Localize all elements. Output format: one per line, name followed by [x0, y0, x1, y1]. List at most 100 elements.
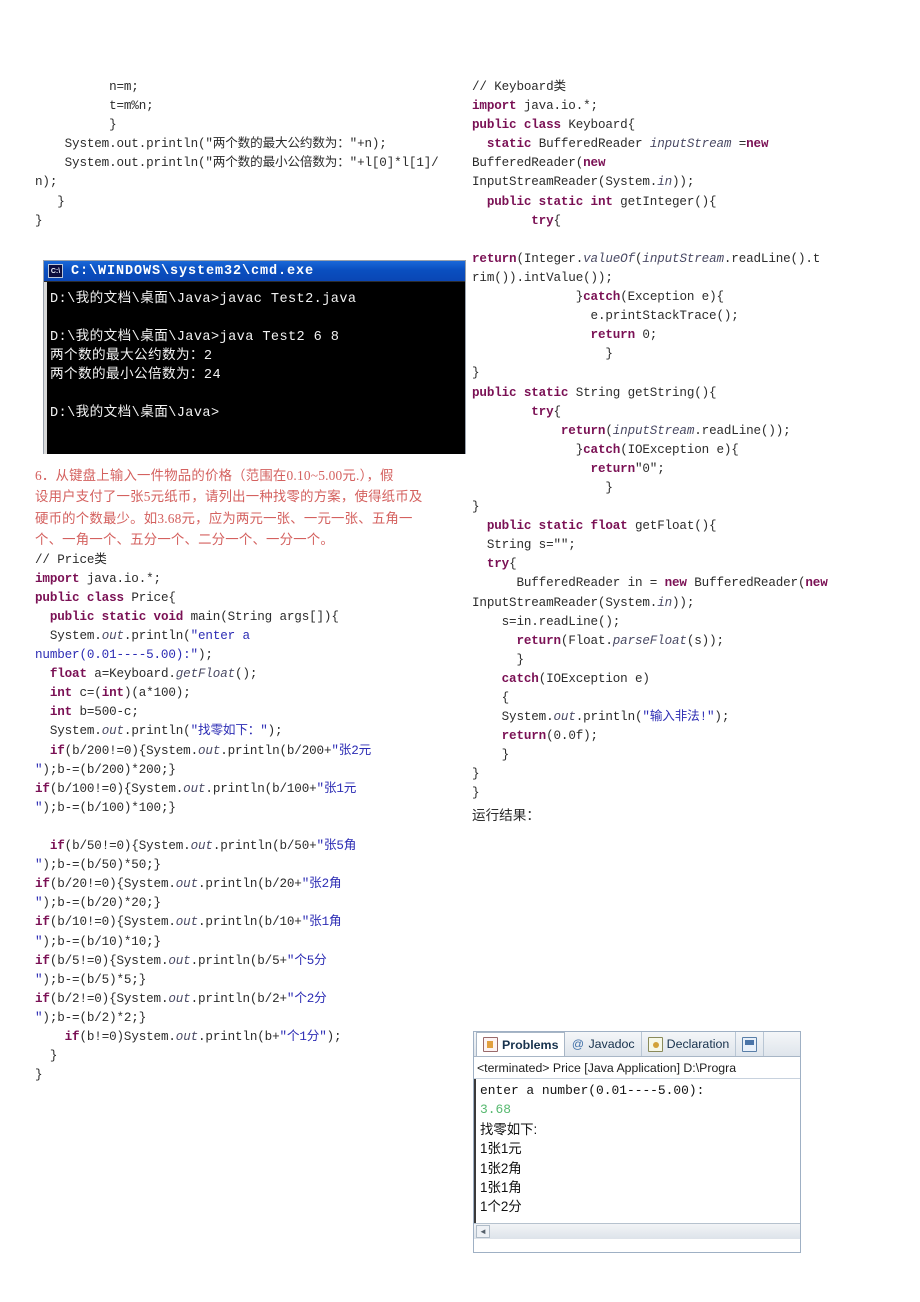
code-token: in [657, 175, 673, 190]
code-token: parseFloat [612, 633, 687, 648]
code-line: InputStreamReader(System.in)); [472, 595, 695, 610]
console-output-line: 1张2角 [480, 1160, 522, 1176]
code-line: number(0.01----5.00):"); [35, 648, 213, 663]
code-token: " [35, 762, 43, 777]
price-class-comment: // Price类 [35, 552, 107, 567]
console-output-line: 1张1元 [480, 1141, 522, 1157]
code-line: static BufferedReader inputStream =new [486, 137, 769, 152]
code-token: catch [501, 671, 539, 686]
code-token: " [35, 896, 43, 911]
code-line: } [35, 1068, 43, 1083]
eclipse-tab-label: Javadoc [588, 1037, 635, 1051]
code-line: if(b/100!=0){System.out.println(b/100+"张… [35, 781, 357, 796]
problems-icon [483, 1037, 498, 1052]
run-result-label: 运行结果： [472, 807, 540, 823]
code-token: "找零如下：" [190, 724, 268, 739]
code-line: return(0.0f); [501, 729, 598, 744]
code-token: valueOf [583, 251, 635, 266]
code-line: s=in.readLine(); [501, 614, 621, 629]
code-line: return"0"; [590, 461, 665, 476]
code-token: "个1分" [279, 1029, 327, 1044]
price-source-code: import java.io.*; public class Price{ pub… [35, 570, 460, 1086]
code-token: "张1角 [301, 915, 342, 930]
code-token: static [486, 137, 539, 152]
left-lower-column: 6．从键盘上输入一件物品的价格（范围在0.10~5.00元.），假 设用户支付了一… [35, 465, 460, 1085]
code-line: } [516, 652, 524, 667]
code-token: new [664, 576, 695, 591]
code-token: "个2分 [286, 991, 327, 1006]
code-token: "个5分 [286, 953, 327, 968]
code-token: public static int [486, 194, 621, 209]
cmd-title-text: C:\WINDOWS\system32\cmd.exe [71, 263, 315, 279]
code-line: } [472, 767, 480, 782]
code-line: int b=500-c; [49, 705, 139, 720]
horizontal-scrollbar[interactable]: ◄ [474, 1223, 800, 1239]
eclipse-tab-problems[interactable]: Problems [476, 1032, 566, 1056]
code-line: } [605, 480, 613, 495]
terminal-line: D:\我的文档\桌面\Java> [50, 406, 220, 421]
code-line: } [472, 366, 480, 381]
code-line: if(b/5!=0){System.out.println(b/5+"个5分 [35, 953, 327, 968]
code-line: public static String getString(){ [472, 385, 717, 400]
code-token: if [49, 743, 65, 758]
code-token: import [35, 571, 87, 586]
code-line: } [472, 786, 480, 801]
code-line: System.out.println("两个数的最大公约数为："+n); [35, 137, 387, 152]
code-line: e.printStackTrace(); [590, 309, 739, 324]
code-line: import java.io.*; [35, 571, 161, 586]
code-line: }catch(IOException e){ [575, 442, 739, 457]
code-token: int [101, 686, 124, 701]
code-token: "张2角 [301, 877, 342, 892]
code-token: return [590, 461, 636, 476]
code-line: } [49, 1049, 58, 1064]
code-token: new [805, 576, 828, 591]
code-line: return(inputStream.readLine()); [560, 423, 791, 438]
code-token: return [472, 251, 517, 266]
code-token: catch [583, 290, 621, 305]
code-line: String s=""; [486, 538, 576, 553]
code-token: inputStream [612, 423, 695, 438]
code-line: public class Keyboard{ [472, 118, 635, 133]
console-output-line: 1张1角 [480, 1180, 522, 1196]
scroll-left-arrow-icon[interactable]: ◄ [476, 1225, 490, 1238]
code-line: import java.io.*; [472, 99, 598, 114]
code-line: public class Price{ [35, 590, 176, 605]
code-token: out [101, 629, 124, 643]
code-token: out [198, 743, 221, 758]
cmd-window: C:\ C:\WINDOWS\system32\cmd.exe D:\我的文档\… [43, 260, 466, 454]
code-line: ");b-=(b/2)*2;} [35, 1010, 147, 1025]
eclipse-tab-javadoc[interactable]: @ Javadoc [565, 1032, 642, 1056]
code-token: " [35, 934, 43, 949]
keyboard-class-comment: // Keyboard类 [472, 80, 566, 94]
console-icon [742, 1036, 758, 1052]
code-line: public static float getFloat(){ [486, 519, 717, 534]
eclipse-tab-bar: Problems @ Javadoc Declaration [474, 1032, 800, 1057]
console-output-line: 找零如下: [480, 1121, 538, 1137]
cmd-terminal-body: D:\我的文档\桌面\Java>javac Test2.java D:\我的文档\… [44, 282, 465, 454]
code-line: if(b/20!=0){System.out.println(b/20+"张2角 [35, 877, 342, 892]
eclipse-launch-status: <terminated> Price [Java Application] D:… [474, 1057, 800, 1079]
code-token: return [516, 633, 561, 648]
code-token: out [190, 839, 213, 854]
code-line: ");b-=(b/5)*5;} [35, 972, 147, 987]
code-line: ");b-=(b/200)*200;} [35, 762, 176, 777]
problem-line: 硬币的个数最少。如3.68元，应为两元一张、一元一张、五角一 [35, 510, 413, 526]
code-token: public static float [486, 519, 635, 534]
eclipse-output-area: enter a number(0.01----5.00): 3.68 找零如下: 1张… [474, 1079, 800, 1239]
code-line: System.out.println("两个数的最小公倍数为："+l[0]*l[… [35, 156, 439, 190]
problem-line: 6．从键盘上输入一件物品的价格（范围在0.10~5.00元.），假 [35, 468, 394, 483]
eclipse-tab-declaration[interactable]: Declaration [642, 1032, 737, 1056]
code-token: try [531, 404, 554, 419]
terminal-line: 两个数的最小公倍数为：24 [50, 368, 222, 383]
code-line: } [472, 500, 480, 515]
code-line: public static int getInteger(){ [486, 194, 717, 209]
code-line: public static void main(String args[]){ [49, 609, 339, 624]
code-token: if [64, 1029, 80, 1044]
code-line: if(b!=0)System.out.println(b+"个1分"); [64, 1029, 342, 1044]
code-token: " [35, 858, 43, 873]
code-line: if(b/50!=0){System.out.println(b/50+"张5角 [49, 839, 357, 854]
eclipse-tab-console[interactable] [736, 1032, 765, 1056]
code-line: } [35, 118, 117, 133]
